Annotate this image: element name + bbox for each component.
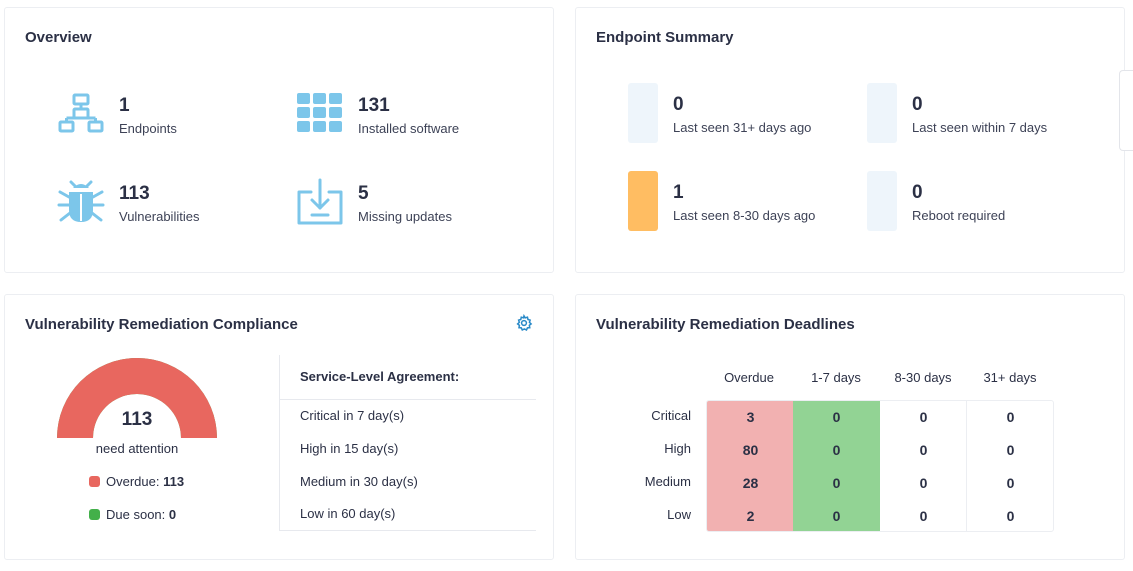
sla-divider — [280, 399, 536, 400]
remediation-compliance-card: Vulnerability Remediation Compliance 113… — [4, 294, 554, 560]
installed-software-label: Installed software — [358, 121, 460, 136]
column-header-1-7-days: 1-7 days — [811, 370, 861, 385]
cell-low-8-30[interactable]: 0 — [880, 500, 967, 531]
status-bar — [628, 83, 658, 143]
vulnerabilities-label: Vulnerabilities — [119, 209, 200, 224]
sla-panel: Service-Level Agreement: Critical in 7 d… — [279, 355, 536, 531]
cell-high-31-plus[interactable]: 0 — [967, 434, 1053, 467]
network-icon — [57, 92, 105, 141]
cell-low-31-plus[interactable]: 0 — [967, 500, 1053, 531]
legend-overdue-value: 113 — [163, 474, 185, 489]
sla-item-low: Low in 60 day(s) — [300, 506, 396, 521]
legend-due-soon-value: 0 — [168, 507, 177, 522]
endpoints-count: 1 — [119, 95, 130, 116]
endpoint-summary-card: Endpoint Summary 0 Last seen 31+ days ag… — [575, 7, 1125, 273]
status-bar — [867, 171, 897, 231]
remediation-deadlines-title: Vulnerability Remediation Deadlines — [596, 316, 855, 333]
last-seen-31-plus-count: 0 — [673, 94, 684, 115]
cell-high-8-30[interactable]: 0 — [880, 434, 967, 467]
cell-critical-8-30[interactable]: 0 — [880, 401, 967, 434]
row-header-low: Low — [667, 507, 691, 522]
side-panel-tab[interactable] — [1119, 70, 1133, 151]
installed-software-count: 131 — [358, 95, 390, 116]
endpoint-summary-title: Endpoint Summary — [596, 29, 734, 46]
last-seen-8-30-label: Last seen 8-30 days ago — [673, 208, 816, 223]
legend-overdue: Overdue: 113 — [89, 474, 184, 489]
cell-medium-31-plus[interactable]: 0 — [967, 467, 1053, 500]
cell-critical-1-7[interactable]: 0 — [793, 401, 880, 434]
due-soon-dot — [89, 509, 100, 520]
gauge-caption: need attention — [95, 441, 179, 456]
download-tray-icon — [296, 178, 344, 231]
cell-high-overdue[interactable]: 80 — [707, 434, 794, 467]
overview-title: Overview — [25, 29, 92, 46]
column-header-8-30-days: 8-30 days — [894, 370, 952, 385]
sla-item-critical: Critical in 7 day(s) — [300, 408, 405, 423]
cell-medium-1-7[interactable]: 0 — [793, 467, 880, 500]
column-header-overdue: Overdue — [724, 370, 774, 385]
status-bar — [867, 83, 897, 143]
cell-critical-31-plus[interactable]: 0 — [967, 401, 1053, 434]
bug-icon — [57, 180, 105, 231]
sla-heading: Service-Level Agreement: — [300, 369, 460, 384]
row-header-high: High — [664, 441, 691, 456]
last-seen-31-plus-label: Last seen 31+ days ago — [673, 120, 812, 135]
overdue-dot — [89, 476, 100, 487]
endpoints-label: Endpoints — [119, 121, 177, 136]
gauge-value: 113 — [121, 409, 153, 430]
warning-status-bar — [628, 171, 658, 231]
grid-divider — [966, 401, 967, 531]
cell-medium-overdue[interactable]: 28 — [707, 467, 794, 500]
column-header-31-plus-days: 31+ days — [983, 370, 1037, 385]
vulnerabilities-count: 113 — [119, 183, 150, 204]
last-seen-within-7-label: Last seen within 7 days — [912, 120, 1048, 135]
sla-item-medium: Medium in 30 day(s) — [300, 474, 418, 489]
legend-overdue-label: Overdue: — [106, 474, 164, 489]
cell-medium-8-30[interactable]: 0 — [880, 467, 967, 500]
cell-critical-overdue[interactable]: 3 — [707, 401, 794, 434]
reboot-required-label: Reboot required — [912, 208, 1006, 223]
deadlines-matrix: 3 0 0 0 80 0 0 0 28 0 0 0 2 0 0 0 — [706, 400, 1054, 532]
missing-updates-label: Missing updates — [358, 209, 452, 224]
row-header-critical: Critical — [651, 408, 691, 423]
last-seen-within-7-count: 0 — [912, 94, 923, 115]
remediation-compliance-title: Vulnerability Remediation Compliance — [25, 316, 298, 333]
reboot-required-count: 0 — [912, 182, 923, 203]
software-grid-icon — [296, 92, 344, 139]
remediation-deadlines-card: Vulnerability Remediation Deadlines Over… — [575, 294, 1125, 560]
cell-high-1-7[interactable]: 0 — [793, 434, 880, 467]
sla-divider-bottom — [280, 530, 536, 531]
legend-due-soon: Due soon: 0 — [89, 507, 176, 522]
last-seen-8-30-count: 1 — [673, 182, 684, 203]
gear-icon[interactable] — [515, 313, 533, 337]
missing-updates-count: 5 — [358, 183, 369, 204]
legend-due-soon-label: Due soon: — [106, 507, 169, 522]
cell-low-overdue[interactable]: 2 — [707, 500, 794, 531]
overview-card: Overview 1 Endpoints 131 Installed softw… — [4, 7, 554, 273]
cell-low-1-7[interactable]: 0 — [793, 500, 880, 531]
row-header-medium: Medium — [644, 474, 691, 489]
sla-item-high: High in 15 day(s) — [300, 441, 399, 456]
